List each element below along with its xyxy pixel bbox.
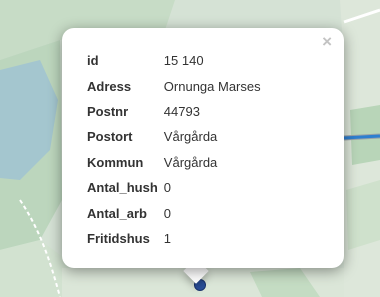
road <box>343 134 380 140</box>
attribute-value: 0 <box>163 180 172 196</box>
attribute-value: 1 <box>163 230 172 246</box>
attribute-row: Antal_arb 0 <box>87 200 261 225</box>
attribute-key: Antal_arb <box>87 205 147 221</box>
attribute-key: Kommun <box>87 154 144 170</box>
attribute-key: Antal_hush <box>87 180 158 196</box>
attribute-row: Postnr 44793 <box>87 99 261 124</box>
attribute-key: Fritidshus <box>87 230 150 246</box>
attribute-row: Postort Vårgårda <box>87 124 261 149</box>
attribute-row: id 15 140 <box>87 48 261 73</box>
attribute-key: Postort <box>87 129 133 145</box>
attribute-value: Vårgårda <box>163 129 218 145</box>
attribute-value: 44793 <box>163 103 200 119</box>
attribute-key: Adress <box>87 78 132 94</box>
attribute-value: Ornunga Marses <box>163 78 261 94</box>
attribute-table: id 15 140 Adress Ornunga Marses Postnr 44793 P… <box>87 48 261 251</box>
close-button[interactable]: × <box>322 33 332 50</box>
map-view[interactable]: × id 15 140 Adress Ornunga Marses Postnr 4479… <box>0 0 380 297</box>
attribute-key: id <box>87 53 99 69</box>
attribute-row: Adress Ornunga Marses <box>87 73 261 98</box>
attribute-row: Kommun Vårgårda <box>87 150 261 175</box>
forest-area <box>346 180 380 250</box>
attribute-value: 0 <box>163 205 172 221</box>
attribute-row: Antal_hush 0 <box>87 175 261 200</box>
attribute-row: Fritidshus 1 <box>87 226 261 251</box>
attribute-value: Vårgårda <box>163 154 218 170</box>
attribute-key: Postnr <box>87 103 129 119</box>
feature-popup: × id 15 140 Adress Ornunga Marses Postnr 4479… <box>62 28 344 268</box>
attribute-value: 15 140 <box>163 53 204 69</box>
